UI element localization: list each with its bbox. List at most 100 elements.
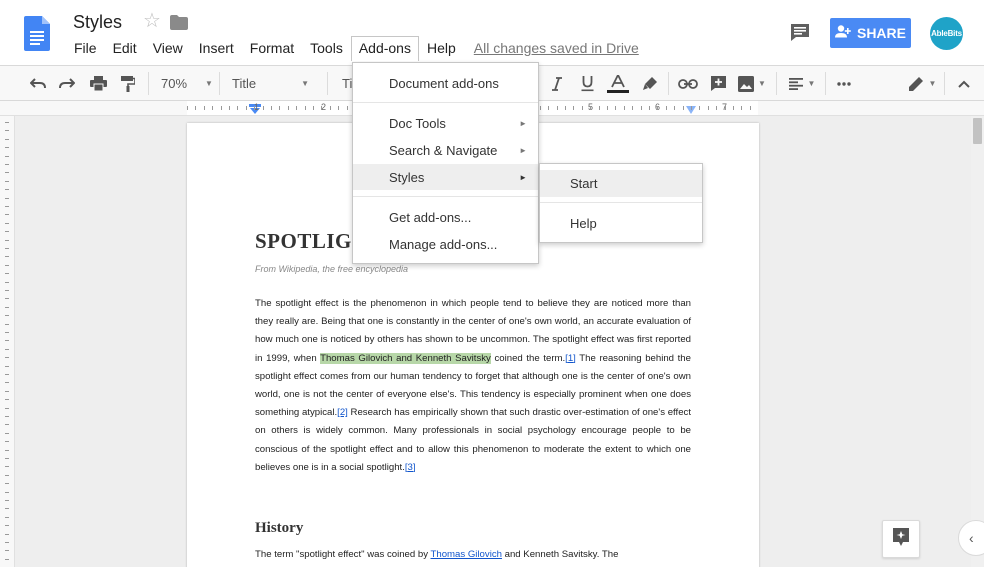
menu-item-search-navigate[interactable]: Search & Navigate ► xyxy=(353,137,538,163)
ruler-tick xyxy=(5,525,9,526)
menu-tools[interactable]: Tools xyxy=(302,36,351,60)
pencil-icon[interactable]: ▼ xyxy=(905,73,939,94)
ruler-tick xyxy=(5,349,9,350)
ruler-tick xyxy=(5,408,9,409)
submenu-item-start[interactable]: Start xyxy=(540,170,702,197)
share-label: SHARE xyxy=(856,25,906,41)
scrollbar-thumb[interactable] xyxy=(973,118,982,144)
ruler-tick xyxy=(5,340,9,341)
explore-button[interactable] xyxy=(882,520,920,558)
reference-link[interactable]: [3] xyxy=(405,462,416,473)
redo-icon[interactable] xyxy=(57,73,77,94)
avatar[interactable]: AbleBits xyxy=(930,17,963,50)
more-icon[interactable] xyxy=(834,73,854,94)
menu-item-label: Document add-ons xyxy=(389,75,499,91)
toolbar-divider xyxy=(148,72,149,95)
ruler-tick xyxy=(5,122,9,123)
paint-format-icon[interactable] xyxy=(118,73,138,94)
ruler-tick xyxy=(590,106,591,110)
toolbar-divider xyxy=(825,72,826,95)
submenu-arrow-icon: ► xyxy=(519,118,527,128)
ruler-tick xyxy=(5,475,9,476)
paragraph-style-select[interactable]: Title ▼ xyxy=(232,73,309,94)
ruler-tick xyxy=(246,106,247,110)
ruler-tick xyxy=(305,106,306,110)
ruler-tick xyxy=(5,282,9,283)
highlighted-text: Thomas Gilovich and Kenneth Savitsky xyxy=(320,352,491,364)
menu-insert[interactable]: Insert xyxy=(191,36,242,60)
menu-help[interactable]: Help xyxy=(419,36,464,60)
ruler-tick xyxy=(582,106,583,110)
toolbar-divider xyxy=(776,72,777,95)
undo-icon[interactable] xyxy=(28,73,48,94)
text-color-icon[interactable] xyxy=(606,73,630,94)
ruler-tick xyxy=(615,106,616,110)
ruler-tick xyxy=(5,332,9,333)
ruler-tick xyxy=(674,106,675,110)
menu-item-document-add-ons[interactable]: Document add-ons xyxy=(353,70,538,96)
star-icon[interactable]: ☆ xyxy=(143,11,161,31)
menu-add-ons[interactable]: Add-ons xyxy=(350,35,419,61)
person-link[interactable]: Thomas Gilovich xyxy=(431,549,502,560)
ruler-tick xyxy=(5,307,9,308)
ruler-tick xyxy=(641,106,642,110)
ruler-tick xyxy=(5,290,9,291)
save-status-link[interactable]: All changes saved in Drive xyxy=(474,40,639,56)
person-add-icon xyxy=(834,25,851,41)
ruler-tick xyxy=(5,324,9,325)
submenu-item-help[interactable]: Help xyxy=(540,210,702,237)
underline-icon[interactable] xyxy=(577,73,597,94)
print-icon[interactable] xyxy=(88,73,108,94)
font-select[interactable]: Ti xyxy=(342,73,352,94)
google-docs-icon[interactable] xyxy=(24,16,50,51)
ruler-tick xyxy=(708,106,709,110)
ruler-tick xyxy=(5,189,9,190)
menu-view[interactable]: View xyxy=(145,36,191,60)
ruler-tick xyxy=(5,534,9,535)
highlight-icon[interactable] xyxy=(639,73,661,94)
menu-file[interactable]: File xyxy=(66,36,105,60)
vertical-scrollbar[interactable] xyxy=(971,116,984,567)
menu-item-label: Styles xyxy=(389,169,425,185)
link-icon[interactable] xyxy=(677,73,699,94)
ruler-tick xyxy=(5,542,9,543)
reference-link[interactable]: [2] xyxy=(337,407,348,418)
italic-icon[interactable] xyxy=(547,73,567,94)
ruler-tick xyxy=(271,106,272,110)
menu-edit[interactable]: Edit xyxy=(105,36,145,60)
menu-item-label: Start xyxy=(570,176,598,191)
menu-format[interactable]: Format xyxy=(242,36,302,60)
ruler-tick xyxy=(5,492,9,493)
ruler-tick xyxy=(5,382,9,383)
menu-item-doc-tools[interactable]: Doc Tools ► xyxy=(353,110,538,136)
share-button[interactable]: SHARE xyxy=(830,18,911,48)
ruler-tick xyxy=(5,424,9,425)
ruler-tick xyxy=(229,106,230,110)
menu-item-label: Manage add-ons... xyxy=(389,236,498,252)
section-heading: History xyxy=(255,520,304,536)
ruler-tick xyxy=(5,374,9,375)
ruler-tick xyxy=(212,106,213,110)
comments-icon[interactable] xyxy=(790,23,810,42)
ruler-tick xyxy=(607,106,608,110)
zoom-select[interactable]: 70% ▼ xyxy=(161,73,213,94)
menu-item-styles[interactable]: Styles ► xyxy=(353,164,538,190)
ruler-tick xyxy=(5,357,9,358)
add-comment-icon[interactable] xyxy=(707,73,729,94)
submenu-arrow-icon: ► xyxy=(519,145,527,155)
ruler-tick xyxy=(338,106,339,110)
ruler-tick xyxy=(5,315,9,316)
menu-item-manage-add-ons[interactable]: Manage add-ons... xyxy=(353,231,538,257)
ruler-tick xyxy=(5,214,9,215)
image-icon[interactable]: ▼ xyxy=(735,73,769,94)
chevron-up-icon[interactable] xyxy=(954,73,974,94)
ruler-tick xyxy=(330,106,331,110)
menu-item-get-add-ons[interactable]: Get add-ons... xyxy=(353,204,538,230)
side-panel-toggle[interactable]: ‹ xyxy=(958,520,984,556)
align-left-icon[interactable]: ▼ xyxy=(786,73,818,94)
reference-link[interactable]: [1] xyxy=(565,353,576,364)
folder-icon[interactable] xyxy=(170,15,188,30)
ruler-tick xyxy=(5,458,9,459)
app-header: Styles ☆ File Edit View Insert Format To… xyxy=(0,0,984,66)
document-title[interactable]: Styles xyxy=(73,12,122,33)
